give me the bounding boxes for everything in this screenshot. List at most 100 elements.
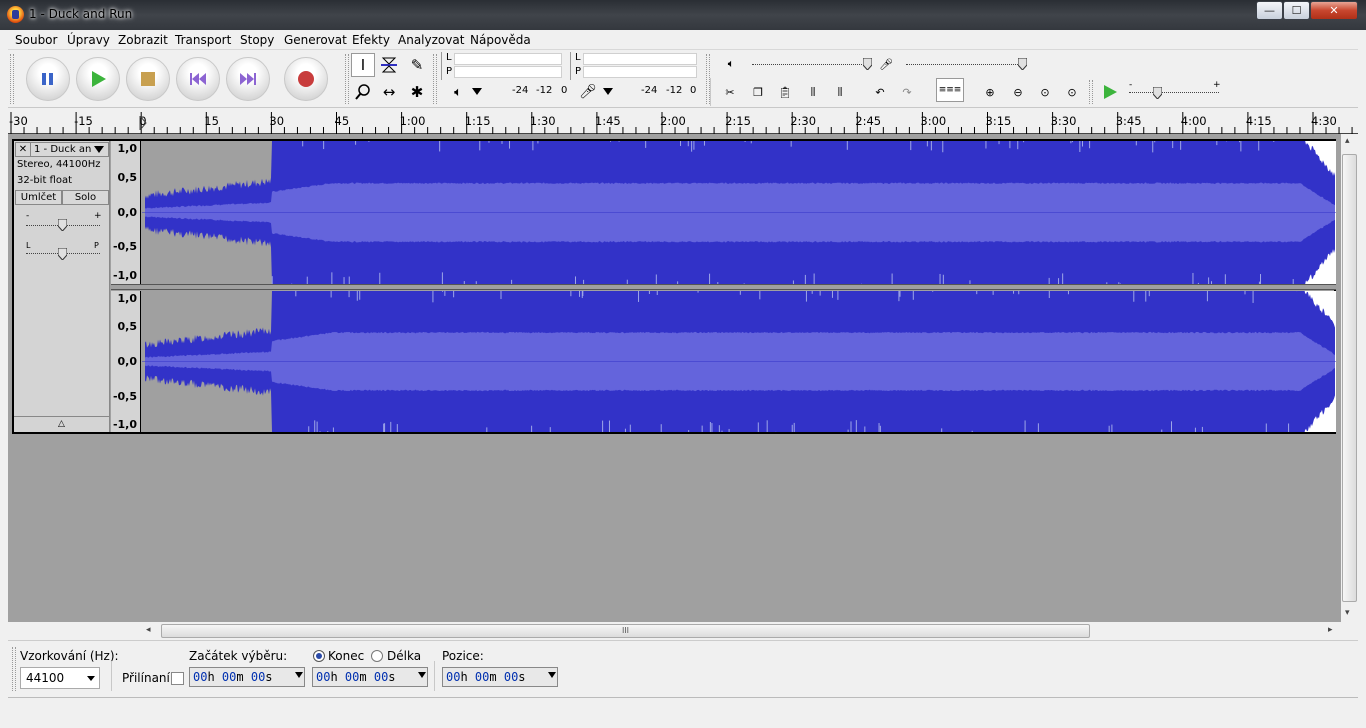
skip-to-start-button[interactable]	[176, 57, 220, 101]
track-control-panel: ✕ 1 - Duck an Stereo, 44100Hz 32-bit flo…	[14, 141, 110, 432]
double-arrow-icon: ↔	[382, 83, 396, 101]
horizontal-scrollbar[interactable]: ◂ III ▸	[140, 622, 1341, 639]
close-window-button[interactable]: ✕	[1310, 1, 1358, 20]
fit-project-button[interactable]: ⊙	[1060, 80, 1084, 104]
copy-button[interactable]: ❐	[746, 80, 770, 104]
vertical-scroll-thumb[interactable]	[1342, 154, 1357, 602]
pause-button[interactable]	[26, 57, 70, 101]
slider-thumb-icon[interactable]	[863, 58, 872, 70]
length-radio[interactable]	[371, 650, 383, 662]
menu-tracks[interactable]: Stopy	[240, 33, 274, 47]
slider-thumb-icon[interactable]	[58, 219, 67, 231]
playback-meter-menu[interactable]: 🔈︎	[446, 80, 470, 104]
menu-help[interactable]: Nápověda	[470, 33, 531, 47]
zoom-tool-button[interactable]	[351, 80, 375, 104]
playback-meter[interactable]: L P	[441, 52, 568, 80]
hours-value: 00	[193, 670, 208, 684]
fit-selection-button[interactable]: ⊙	[1033, 80, 1057, 104]
maximize-button[interactable]: ☐	[1283, 1, 1310, 20]
input-volume-slider[interactable]	[906, 64, 1022, 65]
output-volume-label: 🔈︎	[719, 52, 743, 76]
scroll-up-icon[interactable]: ▴	[1345, 136, 1350, 146]
project-rate-combo[interactable]: 44100	[20, 667, 100, 689]
collapse-track-button[interactable]: △	[14, 416, 109, 432]
undo-button[interactable]: ↶	[868, 80, 892, 104]
waveform-right-channel[interactable]	[142, 291, 1336, 432]
horizontal-scroll-thumb[interactable]: III	[161, 624, 1090, 638]
slider-thumb-icon[interactable]	[58, 248, 67, 260]
toolbar-grip[interactable]	[1089, 80, 1093, 104]
scroll-right-icon[interactable]: ▸	[1328, 625, 1333, 635]
record-button[interactable]	[284, 57, 328, 101]
menu-generate[interactable]: Generovat	[284, 33, 347, 47]
toolbar-area: I ✎ ↔ ✱ L P L P 🔈︎ -24 -12 0 🎤︎ -24 -12 …	[8, 50, 1358, 108]
toolbar-grip[interactable]	[345, 54, 349, 104]
end-radio[interactable]	[313, 650, 325, 662]
record-meter[interactable]: L P	[570, 52, 700, 80]
selection-end-time[interactable]: 00h 00m 00s	[312, 667, 428, 687]
redo-button[interactable]: ↷	[895, 80, 919, 104]
track-panel[interactable]: ✕ 1 - Duck an Stereo, 44100Hz 32-bit flo…	[8, 134, 1341, 622]
scroll-left-icon[interactable]: ◂	[146, 625, 151, 635]
amplitude-label: -1,0	[112, 269, 137, 282]
close-track-button[interactable]: ✕	[16, 143, 31, 156]
toolbar-grip[interactable]	[10, 54, 14, 104]
draw-tool-button[interactable]: ✎	[405, 53, 429, 77]
menu-transport[interactable]: Transport	[175, 33, 231, 47]
menu-edit[interactable]: Úpravy	[67, 33, 110, 47]
cut-button[interactable]: ✂	[718, 80, 742, 104]
silence-button[interactable]: ⫼	[828, 80, 852, 104]
chevron-down-icon[interactable]	[548, 672, 556, 678]
output-volume-slider[interactable]	[752, 64, 868, 65]
chevron-down-icon[interactable]	[94, 146, 104, 153]
chevron-down-icon[interactable]	[295, 672, 303, 678]
play-at-speed-button[interactable]	[1098, 80, 1122, 104]
chevron-down-icon[interactable]	[603, 88, 613, 95]
selection-tool-button[interactable]: I	[351, 53, 375, 77]
toolbar-grip[interactable]	[12, 647, 16, 691]
paste-icon: 📋︎	[778, 85, 792, 99]
mute-button[interactable]: Umlčet	[15, 190, 62, 205]
play-icon	[92, 71, 106, 87]
audio-track[interactable]: ✕ 1 - Duck an Stereo, 44100Hz 32-bit flo…	[12, 139, 1336, 434]
stop-button[interactable]	[126, 57, 170, 101]
play-speed-slider[interactable]	[1129, 92, 1219, 93]
selection-start-time[interactable]: 00h 00m 00s	[189, 667, 305, 687]
record-meter-menu[interactable]: 🎤︎	[576, 80, 600, 104]
paste-button[interactable]: 📋︎	[773, 80, 797, 104]
chevron-down-icon[interactable]	[418, 672, 426, 678]
zoom-in-button[interactable]: ⊕	[978, 80, 1002, 104]
vertical-scrollbar[interactable]: ▴ ▾	[1341, 134, 1358, 622]
multi-tool-button[interactable]: ✱	[405, 80, 429, 104]
slider-thumb-icon[interactable]	[1018, 58, 1027, 70]
timeline-ruler[interactable]: -30 -15 0 15 30 45 1:00 1:15 1:30 1:45 2:00 2:15 2:3…	[8, 108, 1358, 134]
zoom-fit-project-icon: ⊙	[1067, 85, 1077, 99]
menu-file[interactable]: Soubor	[15, 33, 57, 47]
time-shift-tool-button[interactable]: ↔	[377, 80, 401, 104]
solo-button[interactable]: Solo	[62, 190, 109, 205]
minimize-button[interactable]: —	[1256, 1, 1283, 20]
seconds-value: 00	[250, 670, 266, 684]
title-bar[interactable]: 1 - Duck and Run — ☐ ✕	[0, 0, 1366, 30]
scissors-icon: ✂	[725, 85, 735, 99]
amplitude-label: 1,0	[117, 142, 138, 155]
menu-view[interactable]: Zobrazit	[118, 33, 168, 47]
menu-analyze[interactable]: Analyzovat	[398, 33, 464, 47]
trim-button[interactable]: ⫼	[801, 80, 825, 104]
track-name-menu[interactable]: 1 - Duck an	[34, 143, 91, 156]
menu-effects[interactable]: Efekty	[352, 33, 390, 47]
envelope-tool-button[interactable]	[377, 53, 401, 77]
audio-position-time[interactable]: 00h 00m 00s	[442, 667, 558, 687]
waveform-left-channel[interactable]	[142, 141, 1336, 284]
magnifier-icon	[355, 84, 370, 100]
meter-bar-right	[454, 66, 562, 78]
scroll-down-icon[interactable]: ▾	[1345, 608, 1350, 618]
chevron-down-icon[interactable]	[472, 88, 482, 95]
play-button[interactable]	[76, 57, 120, 101]
zoom-out-button[interactable]: ⊖	[1006, 80, 1030, 104]
sync-lock-button[interactable]: ≡≡≡	[936, 78, 964, 102]
toolbar-grip[interactable]	[433, 54, 437, 104]
slider-thumb-icon[interactable]	[1153, 87, 1162, 99]
snap-to-checkbox[interactable]	[171, 672, 184, 685]
skip-to-end-button[interactable]	[226, 57, 270, 101]
